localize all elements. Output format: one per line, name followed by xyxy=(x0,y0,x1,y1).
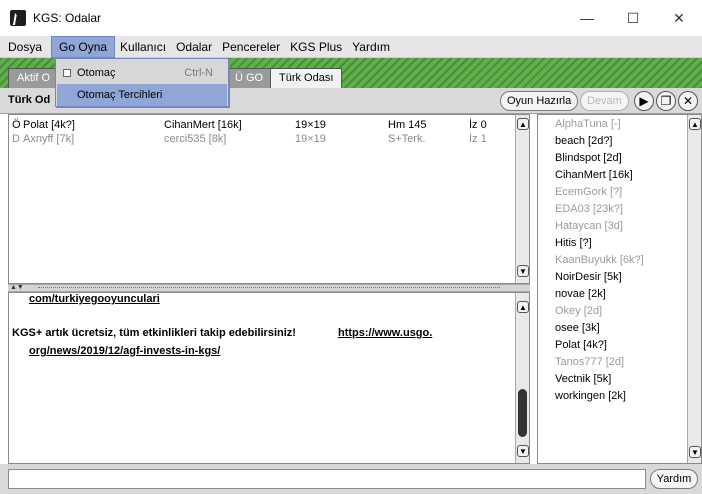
user-item[interactable]: Vectnik [5k] xyxy=(555,373,611,385)
devam-button: Devam xyxy=(580,91,629,111)
chat-partial-link[interactable]: com/turkiyegooyunculari xyxy=(29,293,160,305)
window-controls: — ☐ ✕ xyxy=(564,0,702,36)
user-item[interactable]: CihanMert [16k] xyxy=(555,169,633,181)
users-scrollbar[interactable]: ▲ ▼ xyxy=(687,115,701,463)
chat-link-part2[interactable]: org/news/2019/12/agf-invests-in-kgs/ xyxy=(29,345,220,357)
game-row[interactable]: D Axnyff [7k] cerci535 [8k] 19×19 S+Terk… xyxy=(9,133,509,147)
chat-scrollbar[interactable]: ▲ ▼ xyxy=(515,293,529,463)
kgs-app-icon xyxy=(10,10,26,26)
menu-item-otomac[interactable]: Otomaç Ctrl-N xyxy=(57,62,227,84)
menu-pencereler[interactable]: Pencereler xyxy=(217,36,285,58)
user-item[interactable]: workingen [2k] xyxy=(555,390,626,402)
user-item[interactable]: EDA03 [23k?] xyxy=(555,203,623,215)
user-item[interactable]: KaanBuyukk [6k?] xyxy=(555,254,644,266)
user-item[interactable]: EcemGork [?] xyxy=(555,186,622,198)
menu-item-label: Otomaç Tercihleri xyxy=(77,89,163,101)
scroll-up-icon[interactable]: ▲ xyxy=(689,118,701,130)
game-status: S+Terk. xyxy=(388,133,426,145)
title-bar: KGS: Odalar — ☐ ✕ xyxy=(0,0,702,36)
splitter-grip xyxy=(38,287,500,290)
scroll-down-icon[interactable]: ▼ xyxy=(517,265,529,277)
menu-dosya[interactable]: Dosya xyxy=(3,36,47,58)
menu-odalar[interactable]: Odalar xyxy=(171,36,217,58)
menu-go-oyna[interactable]: Go Oyna xyxy=(51,35,116,58)
window-title: KGS: Odalar xyxy=(33,11,102,25)
users-list[interactable]: AlphaTuna [-] beach [2d?] Blindspot [2d]… xyxy=(537,114,702,464)
scroll-thumb[interactable] xyxy=(518,389,527,437)
go-oyna-dropdown: Otomaç Ctrl-N Otomaç Tercihleri xyxy=(55,58,229,107)
tab-go[interactable]: Ü GO xyxy=(226,68,273,88)
game-white: Axnyff [7k] xyxy=(23,133,75,145)
game-type: D xyxy=(12,133,20,145)
menu-bar: Dosya Go Oyna Kullanıcı Odalar Pencerele… xyxy=(0,35,702,58)
game-size: 19×19 xyxy=(295,133,326,145)
close-room-icon[interactable]: ✕ xyxy=(678,91,698,111)
user-item[interactable]: Blindspot [2d] xyxy=(555,152,622,164)
game-observers: İz 1 xyxy=(469,133,487,145)
game-black: cerci535 [8k] xyxy=(164,133,227,145)
game-size: 19×19 xyxy=(295,119,326,131)
user-item[interactable]: Hataycan [3d] xyxy=(555,220,623,232)
chat-link-part1[interactable]: https://www.usgo. xyxy=(338,327,432,339)
chat-input[interactable] xyxy=(8,469,646,489)
user-item[interactable]: Hitis [?] xyxy=(555,237,592,249)
game-row[interactable]: Ö Polat [4k?] CihanMert [16k] 19×19 Hm 1… xyxy=(9,119,509,133)
game-observers: İz 0 xyxy=(469,119,487,131)
games-list[interactable]: Ö Polat [4k?] CihanMert [16k] 19×19 Hm 1… xyxy=(8,114,530,284)
scroll-down-icon[interactable]: ▼ xyxy=(689,446,701,458)
menu-kullanici[interactable]: Kullanıcı xyxy=(115,36,171,58)
user-item[interactable]: Tanos777 [2d] xyxy=(555,356,624,368)
chat-message: KGS+ artık ücretsiz, tüm etkinlikleri ta… xyxy=(12,327,296,339)
scroll-up-icon[interactable]: ▲ xyxy=(517,301,529,313)
menu-item-otomac-tercihleri[interactable]: Otomaç Tercihleri xyxy=(57,84,227,106)
minimize-button[interactable]: — xyxy=(564,0,610,36)
user-item[interactable]: NoirDesir [5k] xyxy=(555,271,622,283)
game-type: Ö xyxy=(12,119,21,131)
maximize-room-icon[interactable]: ❐ xyxy=(656,91,676,111)
user-item[interactable]: Okey [2d] xyxy=(555,305,602,317)
panel-splitter[interactable]: ▲▼ xyxy=(8,284,530,292)
splitter-arrows-icon[interactable]: ▲▼ xyxy=(10,284,24,291)
game-black: CihanMert [16k] xyxy=(164,119,242,131)
menu-item-shortcut: Ctrl-N xyxy=(184,67,213,79)
user-item[interactable]: osee [3k] xyxy=(555,322,600,334)
yardim-button[interactable]: Yardım xyxy=(650,469,698,489)
menu-item-label: Otomaç xyxy=(77,67,116,79)
checkbox-icon xyxy=(63,69,71,77)
user-item[interactable]: novae [2k] xyxy=(555,288,606,300)
room-name: Türk Od xyxy=(8,94,51,106)
menu-kgs-plus[interactable]: KGS Plus xyxy=(285,36,347,58)
chat-panel[interactable]: com/turkiyegooyunculari KGS+ artık ücret… xyxy=(8,292,530,464)
close-button[interactable]: ✕ xyxy=(656,0,702,36)
games-scrollbar[interactable]: ▲ ▼ xyxy=(515,115,529,283)
user-item[interactable]: beach [2d?] xyxy=(555,135,613,147)
tab-aktif[interactable]: Aktif O xyxy=(8,68,60,88)
oyun-hazirla-button[interactable]: Oyun Hazırla xyxy=(500,91,579,111)
tab-turk-odasi[interactable]: Türk Odası xyxy=(270,68,343,88)
user-item[interactable]: Polat [4k?] xyxy=(555,339,607,351)
game-status: Hm 145 xyxy=(388,119,427,131)
play-icon[interactable]: ▶ xyxy=(634,91,654,111)
scroll-down-icon[interactable]: ▼ xyxy=(517,445,529,457)
menu-yardim[interactable]: Yardım xyxy=(347,36,395,58)
user-item[interactable]: AlphaTuna [-] xyxy=(555,118,621,130)
scroll-up-icon[interactable]: ▲ xyxy=(517,118,529,130)
maximize-button[interactable]: ☐ xyxy=(610,0,656,36)
game-white: Polat [4k?] xyxy=(23,119,75,131)
chat-input-bar: Yardım xyxy=(0,464,702,494)
